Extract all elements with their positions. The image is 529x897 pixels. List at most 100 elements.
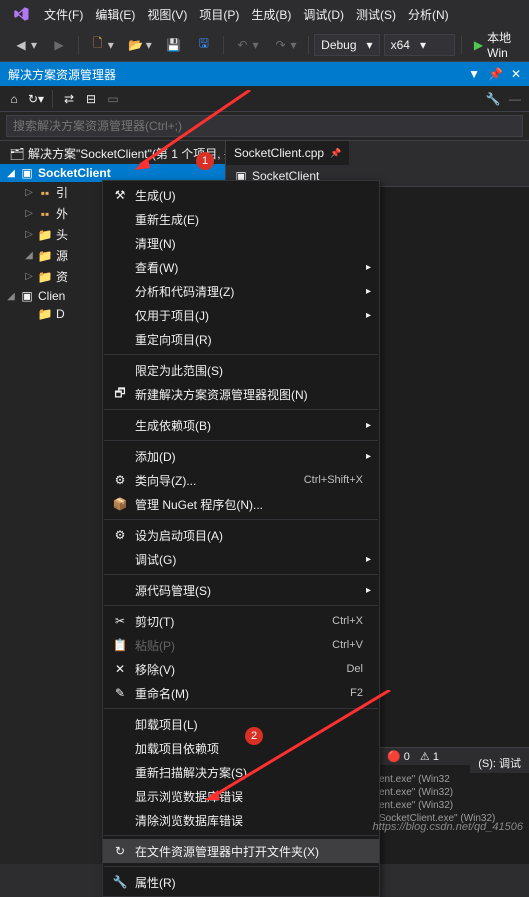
menu-item[interactable]: 清理(N) [103, 231, 379, 255]
menu-item[interactable]: 重定向项目(R) [103, 327, 379, 351]
separator [461, 36, 462, 54]
editor-tab[interactable]: SocketClient.cpp📌 [226, 141, 350, 165]
menu-project[interactable]: 项目(P) [193, 2, 245, 27]
nav-back-button[interactable]: ◀▾ [8, 33, 42, 57]
pin-icon[interactable]: 📌 [488, 67, 503, 81]
config-dropdown[interactable]: Debug▾ [314, 34, 379, 56]
menu-item[interactable]: ✕移除(V)Del [103, 657, 379, 681]
refresh-icon[interactable]: ↻▾ [28, 91, 44, 107]
menu-file[interactable]: 文件(F) [38, 2, 89, 27]
shortcut-label: Ctrl+Shift+X [304, 474, 363, 486]
menu-item[interactable]: 重新生成(E) [103, 207, 379, 231]
menu-item[interactable]: 查看(W)▸ [103, 255, 379, 279]
undo-button[interactable]: ↶▾ [229, 33, 263, 57]
panel-menu-icon[interactable]: ▼ [468, 67, 480, 81]
saveall-button[interactable]: 🖫 [191, 33, 217, 57]
menu-item[interactable]: 🗗新建解决方案资源管理器视图(N) [103, 382, 379, 406]
chevron-right-icon: ▸ [366, 585, 371, 596]
menu-item[interactable]: 清除浏览数据库错误 [103, 808, 379, 832]
solution-explorer-title: 解决方案资源管理器 ▼ 📌 ✕ [0, 62, 529, 86]
menu-item[interactable]: 📦管理 NuGet 程序包(N)... [103, 492, 379, 516]
menu-analyze[interactable]: 分析(N) [402, 2, 455, 27]
menu-label: 生成(U) [135, 187, 176, 204]
annotation-badge-2: 2 [245, 727, 263, 745]
menu-item[interactable]: ⚒生成(U) [103, 183, 379, 207]
menu-item[interactable]: 重新扫描解决方案(S) [103, 760, 379, 784]
blank-icon [109, 362, 131, 378]
nav-fwd-button[interactable]: ▶ [46, 33, 72, 57]
menu-label: 新建解决方案资源管理器视图(N) [135, 386, 308, 403]
menu-item[interactable]: 仅用于项目(J)▸ [103, 303, 379, 327]
shortcut-label: Ctrl+X [332, 615, 363, 627]
solution-icon: 🗂 [10, 147, 24, 161]
menu-label: 粘贴(P) [135, 637, 175, 654]
menu-label: 限定为此范围(S) [135, 362, 223, 379]
showall-icon[interactable]: ▭ [105, 91, 121, 107]
menu-label: 在文件资源管理器中打开文件夹(X) [135, 843, 319, 860]
menu-debug[interactable]: 调试(D) [297, 2, 350, 27]
menu-item[interactable]: 源代码管理(S)▸ [103, 578, 379, 602]
menu-item[interactable]: 添加(D)▸ [103, 444, 379, 468]
menu-label: 重新扫描解决方案(S) [135, 764, 247, 781]
menu-item[interactable]: 加载项目依赖项 [103, 736, 379, 760]
editor-tabs: SocketClient.cpp📌 [226, 141, 529, 165]
menu-item[interactable]: ⚙类向导(Z)...Ctrl+Shift+X [103, 468, 379, 492]
menu-edit[interactable]: 编辑(E) [89, 2, 141, 27]
save-button[interactable]: 💾 [161, 33, 187, 57]
menu-separator [104, 519, 378, 520]
run-button[interactable]: ▶本地 Win [468, 27, 521, 62]
menu-separator [104, 409, 378, 410]
menu-item[interactable]: ↻在文件资源管理器中打开文件夹(X) [103, 839, 379, 863]
close-icon[interactable]: ✕ [511, 67, 521, 81]
blank-icon [109, 764, 131, 780]
collapse-icon[interactable]: ⊟ [83, 91, 99, 107]
blank-icon [109, 211, 131, 227]
error-badge[interactable]: 🔴 0 [387, 750, 410, 763]
solution-node[interactable]: 🗂解决方案"SocketClient"(第 1 个项目, 共 2 个) [0, 143, 225, 164]
menu-build[interactable]: 生成(B) [245, 2, 297, 27]
vs-logo-icon [10, 3, 32, 25]
play-icon: ▶ [474, 38, 483, 52]
menu-label: 重命名(M) [135, 685, 189, 702]
menu-separator [104, 605, 378, 606]
menu-separator [104, 835, 378, 836]
separator [223, 36, 224, 54]
cut-icon: ✂ [109, 613, 131, 629]
pin-icon[interactable]: 📌 [330, 148, 341, 159]
menu-item[interactable]: 🔧属性(R) [103, 870, 379, 894]
new-view-icon: 🗗 [109, 386, 131, 402]
menu-item[interactable]: 分析和代码清理(Z)▸ [103, 279, 379, 303]
output-filter[interactable]: (S): 调试 [470, 753, 529, 773]
view-icon[interactable]: — [507, 91, 523, 107]
blank-icon [109, 716, 131, 732]
new-button[interactable]: 🗋▾ [85, 33, 119, 57]
home-icon[interactable]: ⌂ [6, 91, 22, 107]
properties-icon[interactable]: 🔧 [485, 91, 501, 107]
menu-item[interactable]: ⚙设为启动项目(A) [103, 523, 379, 547]
menu-item[interactable]: 卸载项目(L) [103, 712, 379, 736]
open-folder-icon: ↻ [109, 843, 131, 859]
platform-dropdown[interactable]: x64▾ [384, 34, 456, 56]
menu-label: 显示浏览数据库错误 [135, 788, 243, 805]
search-row [0, 112, 529, 141]
menu-test[interactable]: 测试(S) [350, 2, 402, 27]
menu-label: 设为启动项目(A) [135, 527, 223, 544]
menu-item[interactable]: 限定为此范围(S) [103, 358, 379, 382]
menu-item[interactable]: ✎重命名(M)F2 [103, 681, 379, 705]
blank-icon [109, 331, 131, 347]
menu-item[interactable]: 显示浏览数据库错误 [103, 784, 379, 808]
menu-view[interactable]: 视图(V) [141, 2, 193, 27]
blank-icon [109, 812, 131, 828]
output-lines: ent.exe" (Win32ent.exe" (Win32)ent.exe" … [379, 773, 529, 825]
menu-separator [104, 708, 378, 709]
redo-button[interactable]: ↷▾ [267, 33, 301, 57]
menu-label: 生成依赖项(B) [135, 417, 211, 434]
warning-badge[interactable]: ⚠ 1 [420, 750, 439, 763]
menu-item[interactable]: ✂剪切(T)Ctrl+X [103, 609, 379, 633]
menu-item[interactable]: 调试(G)▸ [103, 547, 379, 571]
open-button[interactable]: 📂▾ [123, 33, 157, 57]
menu-item[interactable]: 生成依赖项(B)▸ [103, 413, 379, 437]
search-input[interactable] [6, 115, 523, 137]
sync-icon[interactable]: ⇄ [61, 91, 77, 107]
annotation-badge-1: 1 [196, 152, 214, 170]
